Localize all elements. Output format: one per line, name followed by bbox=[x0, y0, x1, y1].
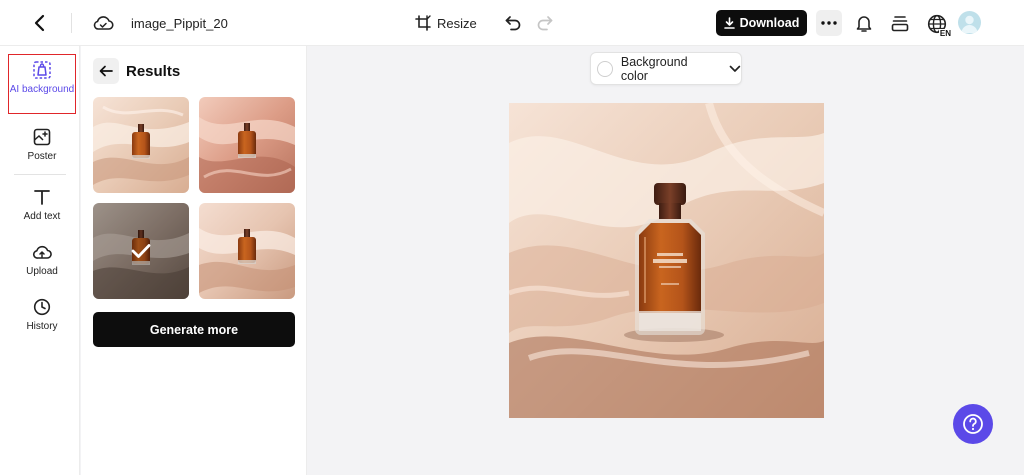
result-thumbnail-selected[interactable] bbox=[93, 203, 189, 299]
arrow-left-icon bbox=[99, 65, 113, 77]
generate-more-button[interactable]: Generate more bbox=[93, 312, 295, 347]
download-button[interactable]: Download bbox=[716, 10, 807, 36]
result-image bbox=[199, 203, 295, 299]
selected-overlay bbox=[93, 203, 189, 299]
product-scene bbox=[509, 103, 824, 418]
results-panel: Results Generate more bbox=[81, 46, 307, 475]
language-button[interactable]: EN bbox=[924, 11, 952, 38]
cloud-sync-icon[interactable] bbox=[92, 12, 114, 34]
help-button[interactable] bbox=[953, 404, 993, 444]
poster-icon bbox=[31, 126, 53, 148]
more-options-button[interactable] bbox=[816, 10, 842, 36]
question-mark-icon bbox=[963, 414, 983, 434]
chevron-left-icon bbox=[34, 14, 45, 32]
header-divider bbox=[71, 13, 72, 33]
canvas-image[interactable] bbox=[509, 103, 824, 418]
resize-icon bbox=[415, 15, 431, 31]
undo-button[interactable] bbox=[503, 12, 523, 34]
text-icon bbox=[31, 186, 53, 208]
result-thumbnail[interactable] bbox=[199, 97, 295, 193]
tool-rail: AI background Poster Add text Upload His… bbox=[0, 46, 80, 475]
clock-icon bbox=[31, 296, 53, 318]
rail-label-ai-background: AI background bbox=[9, 84, 75, 95]
result-thumbnail[interactable] bbox=[93, 97, 189, 193]
language-code: EN bbox=[938, 29, 952, 38]
rail-label-history: History bbox=[26, 321, 58, 332]
download-icon bbox=[723, 17, 735, 29]
ai-background-icon bbox=[31, 59, 53, 81]
background-color-swatch bbox=[597, 60, 613, 77]
rail-divider bbox=[14, 174, 66, 175]
redo-button[interactable] bbox=[535, 12, 555, 34]
download-label: Download bbox=[739, 16, 800, 30]
rail-item-add-text[interactable]: Add text bbox=[8, 186, 76, 222]
check-icon bbox=[131, 244, 151, 258]
chevron-down-icon bbox=[729, 65, 741, 72]
more-horizontal-icon bbox=[821, 21, 837, 25]
back-button[interactable] bbox=[28, 11, 50, 35]
avatar[interactable] bbox=[958, 11, 981, 34]
rail-label-upload: Upload bbox=[26, 266, 58, 277]
user-avatar-icon bbox=[961, 15, 978, 33]
rail-item-history[interactable]: History bbox=[8, 296, 76, 332]
background-color-label: Background color bbox=[620, 54, 688, 83]
top-bar: image_Pippit_20 Resize Download EN bbox=[0, 0, 1024, 46]
result-image bbox=[93, 97, 189, 193]
background-color-dropdown[interactable]: Background color bbox=[590, 52, 742, 85]
result-image bbox=[199, 97, 295, 193]
file-name[interactable]: image_Pippit_20 bbox=[131, 14, 228, 32]
rail-item-ai-background[interactable]: AI background bbox=[8, 54, 76, 114]
resize-label: Resize bbox=[437, 15, 477, 31]
results-back-button[interactable] bbox=[93, 58, 119, 84]
rail-label-add-text: Add text bbox=[23, 211, 61, 222]
bell-icon bbox=[856, 15, 872, 32]
layers-button[interactable] bbox=[889, 12, 911, 34]
notifications-button[interactable] bbox=[853, 12, 875, 34]
redo-icon bbox=[537, 16, 553, 31]
rail-label-poster: Poster bbox=[27, 151, 57, 162]
result-thumbnail[interactable] bbox=[199, 203, 295, 299]
undo-icon bbox=[505, 16, 521, 31]
rail-item-poster[interactable]: Poster bbox=[8, 126, 76, 162]
cloud-upload-icon bbox=[31, 241, 53, 263]
resize-button[interactable]: Resize bbox=[415, 11, 477, 35]
results-title: Results bbox=[126, 63, 181, 80]
stack-icon bbox=[891, 15, 909, 31]
rail-item-upload[interactable]: Upload bbox=[8, 241, 76, 277]
